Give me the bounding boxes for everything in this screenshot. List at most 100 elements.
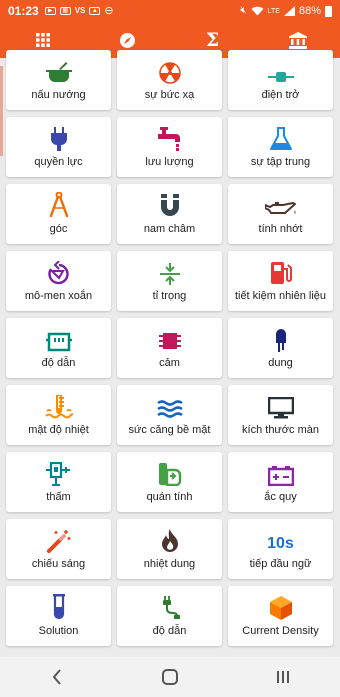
category-tile-conductivity[interactable]: độ dẫn	[117, 586, 222, 646]
category-tile-angle[interactable]: góc	[6, 184, 111, 244]
category-label: tỉ trọng	[152, 290, 187, 302]
category-label: nấu nướng	[31, 89, 86, 101]
category-label: điện trở	[261, 89, 300, 101]
chevron-left-icon	[52, 669, 61, 685]
recents-icon	[277, 671, 290, 683]
category-tile-heat-density[interactable]: mật độ nhiệt	[6, 385, 111, 445]
category-label: nhiệt dung	[143, 558, 196, 570]
dnd-icon: ⊖	[104, 4, 114, 17]
category-label: tiết kiệm nhiên liệu	[234, 290, 327, 302]
category-label: Solution	[38, 625, 79, 637]
category-tile-solution[interactable]: Solution	[6, 586, 111, 646]
chip-icon	[158, 333, 181, 349]
cooking-pot-icon	[45, 62, 72, 82]
category-tile-capacitance[interactable]: dung	[228, 318, 333, 378]
category-tile-viscosity[interactable]: tính nhớt	[228, 184, 333, 244]
category-label: dung	[268, 357, 293, 369]
category-tile-battery[interactable]: ắc quy	[228, 452, 333, 512]
density-arrows-icon	[159, 263, 180, 285]
category-tile-cooking[interactable]: nấu nướng	[6, 50, 111, 110]
category-label: chiếu sáng	[31, 558, 86, 570]
vtv-icon: VS	[74, 6, 86, 15]
category-tile-permeability[interactable]: thấm	[6, 452, 111, 512]
category-label: cảm	[159, 357, 180, 369]
flask-icon	[269, 127, 292, 150]
category-tile-surface-tension[interactable]: sức căng bề mặt	[117, 385, 222, 445]
magic-wand-icon	[46, 530, 70, 553]
heat-thermometer-icon	[44, 395, 73, 419]
category-tile-torque[interactable]: mô-men xoắn	[6, 251, 111, 311]
compass-icon	[120, 32, 135, 48]
category-label: sự bức xạ	[144, 89, 195, 101]
grid-icon	[35, 33, 50, 47]
category-tile-radiation[interactable]: sự bức xạ	[117, 50, 222, 110]
image-icon: ▲	[89, 7, 101, 15]
category-tile-density[interactable]: tỉ trọng	[117, 251, 222, 311]
flame-icon	[161, 529, 178, 552]
permeability-icon	[45, 462, 70, 486]
battery-icon	[325, 5, 332, 17]
category-tile-inertia[interactable]: quán tính	[117, 452, 222, 512]
connector-icon	[45, 332, 72, 352]
category-tile-concentration[interactable]: sự tập trung	[228, 117, 333, 177]
status-bar: 01:23 ▶ ▦ VS ▲ ⊖ 🔇︎ LTE 88%	[0, 0, 340, 22]
category-tile-power[interactable]: quyền lực	[6, 117, 111, 177]
test-tube-icon	[52, 594, 65, 620]
category-label: tiếp đầu ngữ	[249, 558, 312, 570]
category-label: ắc quy	[264, 491, 297, 503]
magnet-icon	[160, 194, 179, 216]
oil-can-icon	[264, 202, 296, 214]
category-label: thấm	[46, 491, 71, 503]
category-label: tính nhớt	[258, 223, 303, 235]
ten-s-icon: 10s	[267, 535, 294, 552]
nav-back-button[interactable]	[32, 657, 82, 697]
category-tile-screen-size[interactable]: kích thước màn	[228, 385, 333, 445]
home-square-icon	[161, 669, 178, 685]
sigma-icon: Σ	[205, 29, 220, 51]
category-label: quán tính	[146, 491, 193, 503]
left-edge-indicator	[0, 66, 3, 156]
category-tile-resistance[interactable]: điện trở	[228, 50, 333, 110]
category-label: mô-men xoắn	[24, 290, 93, 302]
waves-icon	[156, 400, 183, 418]
category-tile-prefixes[interactable]: 10s tiếp đầu ngữ	[228, 519, 333, 579]
power-plug-icon	[50, 127, 67, 151]
signal-icon	[283, 6, 295, 16]
category-tile-heat-capacity[interactable]: nhiệt dung	[117, 519, 222, 579]
category-label: độ dẫn	[152, 625, 187, 637]
wifi-icon	[251, 6, 264, 16]
category-label: độ dẫn	[41, 357, 76, 369]
capacitor-icon	[275, 329, 286, 352]
category-tile-current-density[interactable]: Current Density	[228, 586, 333, 646]
category-label: Current Density	[242, 625, 319, 637]
compass-drafting-icon	[49, 192, 68, 218]
monitor-icon	[267, 397, 294, 419]
battery-icon	[267, 466, 294, 486]
gallery-icon: ▦	[59, 7, 71, 15]
category-label: kích thước màn	[242, 424, 319, 436]
torque-icon	[47, 261, 69, 285]
category-label: sức căng bề mặt	[128, 424, 211, 436]
category-label: lưu lượng	[145, 156, 194, 168]
category-tile-illumination[interactable]: chiếu sáng	[6, 519, 111, 579]
category-label: quyền lực	[34, 156, 83, 168]
lte-icon: LTE	[267, 7, 280, 15]
cable-icon	[162, 596, 180, 619]
fuel-pump-icon	[270, 262, 292, 284]
status-time: 01:23	[8, 4, 39, 18]
faucet-icon	[157, 127, 180, 151]
battery-percent: 88%	[298, 5, 321, 17]
category-tile-fuel-economy[interactable]: tiết kiệm nhiên liệu	[228, 251, 333, 311]
category-label: sự tập trung	[250, 156, 311, 168]
resistor-icon	[267, 72, 294, 82]
bank-icon	[288, 31, 307, 49]
nav-recents-button[interactable]	[258, 657, 308, 697]
category-tile-conductance[interactable]: độ dẫn	[6, 318, 111, 378]
category-tile-magnet[interactable]: nam châm	[117, 184, 222, 244]
cube-icon	[269, 596, 292, 620]
category-tile-flow[interactable]: lưu lượng	[117, 117, 222, 177]
category-label: góc	[49, 223, 68, 235]
nav-home-button[interactable]	[145, 657, 195, 697]
system-nav-bar	[0, 657, 340, 697]
category-tile-inductance[interactable]: cảm	[117, 318, 222, 378]
